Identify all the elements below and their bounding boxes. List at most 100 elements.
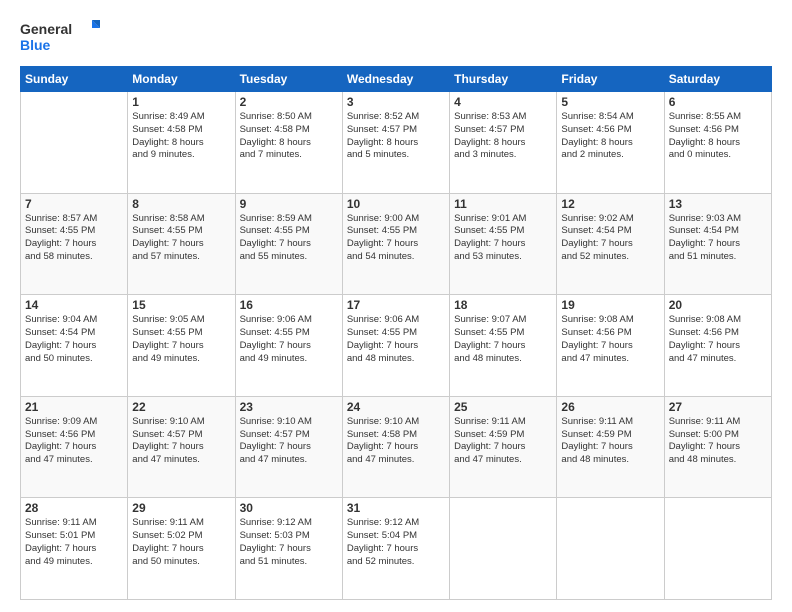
day-info: Sunrise: 9:06 AM Sunset: 4:55 PM Dayligh… — [347, 314, 445, 365]
day-number: 16 — [240, 298, 338, 312]
day-number: 13 — [669, 197, 767, 211]
day-number: 11 — [454, 197, 552, 211]
day-number: 20 — [669, 298, 767, 312]
weekday-header-wednesday: Wednesday — [342, 67, 449, 92]
day-info: Sunrise: 9:01 AM Sunset: 4:55 PM Dayligh… — [454, 213, 552, 264]
calendar-cell: 6 Sunrise: 8:55 AM Sunset: 4:56 PM Daylig… — [664, 92, 771, 194]
day-info: Sunrise: 9:06 AM Sunset: 4:55 PM Dayligh… — [240, 314, 338, 365]
day-info: Sunrise: 9:00 AM Sunset: 4:55 PM Dayligh… — [347, 213, 445, 264]
day-number: 19 — [561, 298, 659, 312]
day-info: Sunrise: 9:12 AM Sunset: 5:03 PM Dayligh… — [240, 517, 338, 568]
weekday-header-tuesday: Tuesday — [235, 67, 342, 92]
calendar-cell: 8 Sunrise: 8:58 AM Sunset: 4:55 PM Daylig… — [128, 193, 235, 295]
calendar-cell: 27Sunrise: 9:11 AM Sunset: 5:00 PM Dayli… — [664, 396, 771, 498]
week-row-3: 14 Sunrise: 9:04 AM Sunset: 4:54 PM Dayli… — [21, 295, 772, 397]
calendar-cell — [557, 498, 664, 600]
calendar-cell: 26Sunrise: 9:11 AM Sunset: 4:59 PM Dayli… — [557, 396, 664, 498]
day-number: 25 — [454, 400, 552, 414]
calendar-cell: 29Sunrise: 9:11 AM Sunset: 5:02 PM Dayli… — [128, 498, 235, 600]
calendar-cell: 13 Sunrise: 9:03 AM Sunset: 4:54 PM Dayli… — [664, 193, 771, 295]
day-info: Sunrise: 9:07 AM Sunset: 4:55 PM Dayligh… — [454, 314, 552, 365]
day-info: Sunrise: 8:55 AM Sunset: 4:56 PM Dayligh… — [669, 111, 767, 162]
calendar-cell: 21Sunrise: 9:09 AM Sunset: 4:56 PM Dayli… — [21, 396, 128, 498]
calendar-cell: 22 Sunrise: 9:10 AM Sunset: 4:57 PM Dayli… — [128, 396, 235, 498]
day-number: 5 — [561, 95, 659, 109]
calendar-cell: 11 Sunrise: 9:01 AM Sunset: 4:55 PM Dayli… — [450, 193, 557, 295]
day-number: 15 — [132, 298, 230, 312]
day-info: Sunrise: 8:58 AM Sunset: 4:55 PM Dayligh… — [132, 213, 230, 264]
day-info: Sunrise: 9:03 AM Sunset: 4:54 PM Dayligh… — [669, 213, 767, 264]
day-info: Sunrise: 8:57 AM Sunset: 4:55 PM Dayligh… — [25, 213, 123, 264]
day-number: 4 — [454, 95, 552, 109]
day-number: 22 — [132, 400, 230, 414]
calendar-cell: 30 Sunrise: 9:12 AM Sunset: 5:03 PM Dayli… — [235, 498, 342, 600]
calendar-cell: 1 Sunrise: 8:49 AM Sunset: 4:58 PM Daylig… — [128, 92, 235, 194]
calendar-cell: 12 Sunrise: 9:02 AM Sunset: 4:54 PM Dayli… — [557, 193, 664, 295]
day-number: 12 — [561, 197, 659, 211]
calendar-cell: 23Sunrise: 9:10 AM Sunset: 4:57 PM Dayli… — [235, 396, 342, 498]
calendar-table: SundayMondayTuesdayWednesdayThursdayFrid… — [20, 66, 772, 600]
day-info: Sunrise: 8:50 AM Sunset: 4:58 PM Dayligh… — [240, 111, 338, 162]
calendar-cell: 15 Sunrise: 9:05 AM Sunset: 4:55 PM Dayli… — [128, 295, 235, 397]
day-number: 8 — [132, 197, 230, 211]
calendar-cell: 5Sunrise: 8:54 AM Sunset: 4:56 PM Daylig… — [557, 92, 664, 194]
calendar-cell — [664, 498, 771, 600]
calendar-cell: 4Sunrise: 8:53 AM Sunset: 4:57 PM Daylig… — [450, 92, 557, 194]
calendar-cell: 25 Sunrise: 9:11 AM Sunset: 4:59 PM Dayli… — [450, 396, 557, 498]
day-info: Sunrise: 9:10 AM Sunset: 4:57 PM Dayligh… — [132, 416, 230, 467]
weekday-header-saturday: Saturday — [664, 67, 771, 92]
day-number: 18 — [454, 298, 552, 312]
page: General Blue SundayMondayTuesdayWednesda… — [0, 0, 792, 612]
day-number: 30 — [240, 501, 338, 515]
logo-svg: General Blue — [20, 18, 100, 56]
day-number: 28 — [25, 501, 123, 515]
calendar-cell: 18 Sunrise: 9:07 AM Sunset: 4:55 PM Dayli… — [450, 295, 557, 397]
day-info: Sunrise: 9:11 AM Sunset: 4:59 PM Dayligh… — [454, 416, 552, 467]
day-info: Sunrise: 9:11 AM Sunset: 5:01 PM Dayligh… — [25, 517, 123, 568]
day-info: Sunrise: 8:52 AM Sunset: 4:57 PM Dayligh… — [347, 111, 445, 162]
calendar-cell: 19 Sunrise: 9:08 AM Sunset: 4:56 PM Dayli… — [557, 295, 664, 397]
calendar-cell: 10 Sunrise: 9:00 AM Sunset: 4:55 PM Dayli… — [342, 193, 449, 295]
calendar-cell: 3Sunrise: 8:52 AM Sunset: 4:57 PM Daylig… — [342, 92, 449, 194]
day-info: Sunrise: 9:09 AM Sunset: 4:56 PM Dayligh… — [25, 416, 123, 467]
logo: General Blue — [20, 18, 100, 56]
day-number: 14 — [25, 298, 123, 312]
day-number: 7 — [25, 197, 123, 211]
svg-text:General: General — [20, 21, 72, 37]
weekday-header-thursday: Thursday — [450, 67, 557, 92]
calendar-cell: 9Sunrise: 8:59 AM Sunset: 4:55 PM Daylig… — [235, 193, 342, 295]
calendar-cell: 14 Sunrise: 9:04 AM Sunset: 4:54 PM Dayli… — [21, 295, 128, 397]
week-row-4: 21Sunrise: 9:09 AM Sunset: 4:56 PM Dayli… — [21, 396, 772, 498]
header: General Blue — [20, 18, 772, 56]
calendar-cell: 31 Sunrise: 9:12 AM Sunset: 5:04 PM Dayli… — [342, 498, 449, 600]
calendar-cell: 2Sunrise: 8:50 AM Sunset: 4:58 PM Daylig… — [235, 92, 342, 194]
calendar-cell: 24Sunrise: 9:10 AM Sunset: 4:58 PM Dayli… — [342, 396, 449, 498]
calendar-cell: 7 Sunrise: 8:57 AM Sunset: 4:55 PM Daylig… — [21, 193, 128, 295]
day-info: Sunrise: 9:08 AM Sunset: 4:56 PM Dayligh… — [669, 314, 767, 365]
calendar-cell: 17 Sunrise: 9:06 AM Sunset: 4:55 PM Dayli… — [342, 295, 449, 397]
calendar-cell: 20 Sunrise: 9:08 AM Sunset: 4:56 PM Dayli… — [664, 295, 771, 397]
calendar-cell: 16 Sunrise: 9:06 AM Sunset: 4:55 PM Dayli… — [235, 295, 342, 397]
day-number: 17 — [347, 298, 445, 312]
week-row-1: 1 Sunrise: 8:49 AM Sunset: 4:58 PM Daylig… — [21, 92, 772, 194]
day-number: 1 — [132, 95, 230, 109]
calendar-cell — [450, 498, 557, 600]
weekday-header-monday: Monday — [128, 67, 235, 92]
calendar-cell: 28 Sunrise: 9:11 AM Sunset: 5:01 PM Dayli… — [21, 498, 128, 600]
day-info: Sunrise: 9:12 AM Sunset: 5:04 PM Dayligh… — [347, 517, 445, 568]
day-number: 31 — [347, 501, 445, 515]
calendar-cell — [21, 92, 128, 194]
day-info: Sunrise: 9:04 AM Sunset: 4:54 PM Dayligh… — [25, 314, 123, 365]
day-info: Sunrise: 8:49 AM Sunset: 4:58 PM Dayligh… — [132, 111, 230, 162]
day-info: Sunrise: 9:08 AM Sunset: 4:56 PM Dayligh… — [561, 314, 659, 365]
day-info: Sunrise: 9:11 AM Sunset: 4:59 PM Dayligh… — [561, 416, 659, 467]
day-info: Sunrise: 9:02 AM Sunset: 4:54 PM Dayligh… — [561, 213, 659, 264]
day-number: 10 — [347, 197, 445, 211]
day-info: Sunrise: 9:05 AM Sunset: 4:55 PM Dayligh… — [132, 314, 230, 365]
day-info: Sunrise: 9:11 AM Sunset: 5:02 PM Dayligh… — [132, 517, 230, 568]
day-number: 24 — [347, 400, 445, 414]
week-row-2: 7 Sunrise: 8:57 AM Sunset: 4:55 PM Daylig… — [21, 193, 772, 295]
day-info: Sunrise: 9:11 AM Sunset: 5:00 PM Dayligh… — [669, 416, 767, 467]
weekday-header-friday: Friday — [557, 67, 664, 92]
day-number: 6 — [669, 95, 767, 109]
